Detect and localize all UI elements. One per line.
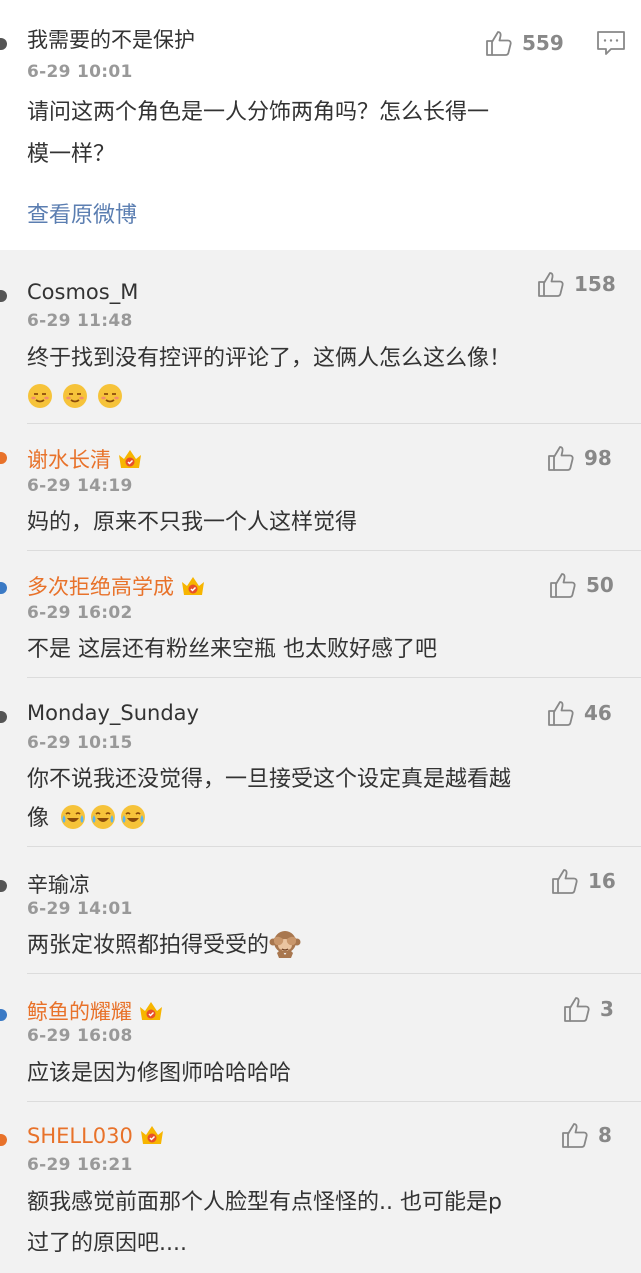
thumbs-up-icon — [564, 997, 590, 1022]
reply-username[interactable]: SHELL030 — [27, 1124, 165, 1149]
thumbs-up-icon — [548, 446, 574, 471]
comment-text-line: 请问这两个角色是一人分饰两角吗？怎么长得一 — [27, 100, 490, 125]
reply-text-line: 两张定妆照都拍得受受的 — [27, 925, 617, 967]
reply-text: 不是 这层还有粉丝来空瓶 也太败好感了吧 — [27, 637, 437, 662]
comment-text-line: 模一样？ — [27, 142, 116, 167]
divider — [27, 550, 641, 551]
like-count: 16 — [588, 869, 616, 893]
like-count: 158 — [574, 272, 616, 296]
like-button[interactable]: 3 — [562, 994, 614, 1024]
avatar[interactable] — [0, 1134, 7, 1146]
reply-text-line: 过了的原因吧.... — [27, 1231, 187, 1256]
thumbs-up-icon — [486, 31, 512, 56]
divider — [27, 1101, 641, 1102]
reply-text: 妈的，原来不只我一个人这样觉得 — [27, 510, 358, 535]
laugh-cry-emoji — [121, 805, 146, 829]
avatar[interactable] — [0, 880, 7, 892]
reply-time: 6-29 14:19 — [27, 476, 133, 496]
divider — [27, 423, 641, 424]
reply-username[interactable]: 多次拒绝高学成 — [27, 571, 206, 601]
reply-username-text: 谢水长清 — [27, 448, 111, 472]
divider — [27, 677, 641, 678]
like-count: 50 — [586, 573, 614, 597]
smirk-emoji — [63, 384, 88, 408]
reply-text-line-part: 两张定妆照都拍得受受的 — [27, 933, 270, 958]
see-no-evil-monkey-emoji — [269, 931, 301, 958]
smirk-emoji — [28, 384, 52, 408]
like-button[interactable]: 8 — [560, 1120, 612, 1150]
like-button[interactable]: 16 — [550, 866, 616, 896]
like-button[interactable]: 98 — [546, 443, 612, 473]
reply-text: 应该是因为修图师哈哈哈哈 — [27, 1061, 292, 1086]
crown-badge-icon — [119, 450, 141, 468]
reply-time: 6-29 11:48 — [27, 311, 133, 331]
reply-username-text: 多次拒绝高学成 — [27, 575, 174, 599]
like-count: 559 — [522, 31, 564, 55]
avatar[interactable] — [0, 582, 7, 594]
reply-username-text: SHELL030 — [27, 1124, 133, 1148]
reply-username[interactable]: 谢水长清 — [27, 444, 143, 474]
reply-text: 终于找到没有控评的评论了，这俩人怎么这么像！ — [27, 346, 512, 371]
thumbs-up-icon — [548, 701, 574, 726]
reply-text-line: 额我感觉前面那个人脸型有点怪怪的.. 也可能是p — [27, 1190, 502, 1215]
reply-text-line-part: 像 — [27, 806, 50, 831]
laugh-cry-emoji — [91, 805, 116, 829]
like-button[interactable]: 50 — [548, 570, 614, 600]
reply-username[interactable]: 辛瑜凉 — [27, 869, 90, 899]
reply-text-line: 像 — [27, 798, 617, 840]
smirk-emoji — [98, 384, 123, 408]
like-count: 3 — [600, 997, 614, 1021]
comment-icon[interactable] — [596, 30, 626, 56]
reply-time: 6-29 10:15 — [27, 733, 133, 753]
reply-time: 6-29 16:02 — [27, 603, 133, 623]
like-count: 8 — [598, 1123, 612, 1147]
reply-text-line: 你不说我还没觉得，一旦接受这个设定真是越看越 — [27, 767, 512, 792]
laugh-cry-emoji — [61, 805, 86, 829]
view-original-weibo-link[interactable]: 查看原微博 — [27, 197, 137, 229]
divider — [27, 973, 641, 974]
reply-username-text: 鲸鱼的耀耀 — [27, 1000, 132, 1024]
avatar[interactable] — [0, 1009, 7, 1021]
original-comment: 我需要的不是保护 6-29 10:01 559 请问这两个角色是一人分饰两角吗？… — [0, 0, 641, 250]
thumbs-up-icon — [550, 573, 576, 598]
thumbs-up-icon — [552, 869, 578, 894]
reply-username[interactable]: 鲸鱼的耀耀 — [27, 996, 164, 1026]
like-button[interactable]: 46 — [546, 698, 612, 728]
crown-badge-icon — [140, 1126, 163, 1144]
like-button[interactable]: 158 — [536, 269, 616, 299]
avatar[interactable] — [0, 452, 7, 464]
emoji-row — [27, 384, 127, 411]
reply-time: 6-29 14:01 — [27, 899, 133, 919]
crown-badge-icon — [140, 1002, 162, 1020]
like-count: 46 — [584, 701, 612, 725]
reply-time: 6-29 16:21 — [27, 1155, 133, 1175]
crown-badge-icon — [182, 577, 204, 595]
thumbs-up-icon — [538, 272, 564, 297]
divider — [27, 846, 641, 847]
comment-username[interactable]: 我需要的不是保护 — [27, 24, 195, 54]
avatar[interactable] — [0, 38, 7, 50]
thumbs-up-icon — [562, 1123, 588, 1148]
like-count: 98 — [584, 446, 612, 470]
reply-username[interactable]: Monday_Sunday — [27, 701, 199, 725]
avatar[interactable] — [0, 290, 7, 302]
reply-username[interactable]: Cosmos_M — [27, 280, 138, 304]
avatar[interactable] — [0, 711, 7, 723]
like-button[interactable]: 559 — [484, 28, 564, 58]
comment-time: 6-29 10:01 — [27, 62, 133, 82]
reply-time: 6-29 16:08 — [27, 1026, 133, 1046]
